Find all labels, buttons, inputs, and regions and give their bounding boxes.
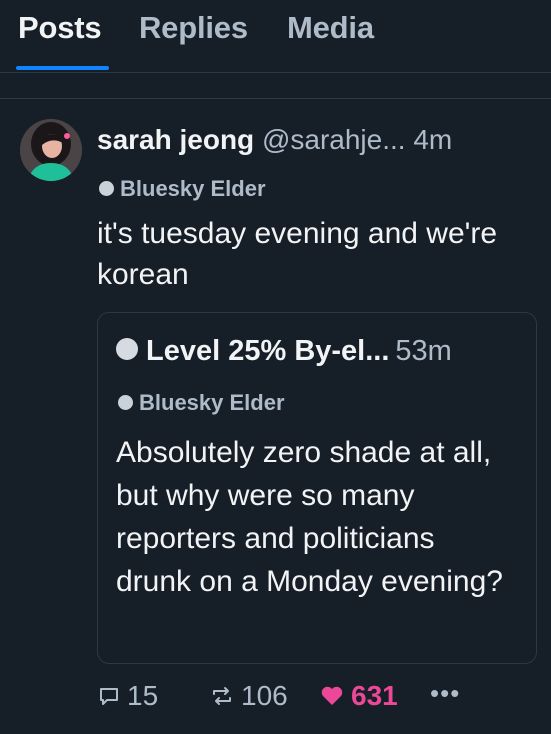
bluesky-elder-icon xyxy=(99,180,114,196)
bluesky-elder-icon xyxy=(118,394,133,410)
post-text: it's tuesday evening and we're korean xyxy=(97,217,498,291)
tab-media[interactable]: Media xyxy=(287,10,374,46)
active-tab-indicator xyxy=(16,66,109,70)
quote-elder-badge: Bluesky Elder xyxy=(118,390,285,416)
tab-replies[interactable]: Replies xyxy=(139,10,248,46)
like-count: 631 xyxy=(351,680,398,711)
handle[interactable]: @sarahje... xyxy=(262,124,406,155)
reply-button[interactable]: 15 xyxy=(97,680,158,712)
quote-badge-label: Bluesky Elder xyxy=(139,390,285,415)
level-avatar-icon xyxy=(116,338,138,361)
reply-icon xyxy=(100,688,118,705)
quote-display-name: Level 25% By-el... xyxy=(146,335,390,367)
repost-count: 106 xyxy=(241,680,288,711)
heart-icon xyxy=(321,686,343,705)
badge-label: Bluesky Elder xyxy=(120,176,266,201)
display-name[interactable]: sarah jeong xyxy=(97,124,254,155)
repost-icon xyxy=(213,687,231,705)
more-icon[interactable]: ••• xyxy=(430,678,460,709)
quote-time: 53m xyxy=(395,335,452,367)
profile-tabs: Posts Replies Media xyxy=(0,0,551,73)
post-header: sarah jeong @sarahje... 4m xyxy=(97,124,452,156)
quoted-post[interactable]: Level 25% By-el... 53m Bluesky Elder Abso… xyxy=(97,312,537,664)
elder-badge: Bluesky Elder xyxy=(99,176,266,202)
quote-text: Absolutely zero shade at all, but why we… xyxy=(116,436,503,598)
quote-header: Level 25% By-el... 53m xyxy=(116,335,452,368)
tab-posts[interactable]: Posts xyxy=(18,10,102,46)
repost-button[interactable]: 106 xyxy=(209,680,288,712)
divider xyxy=(0,98,551,99)
avatar[interactable] xyxy=(20,119,82,181)
reply-count: 15 xyxy=(127,680,159,711)
like-button[interactable]: 631 xyxy=(319,680,398,712)
post-time[interactable]: 4m xyxy=(413,124,452,155)
post-actions: 15 106 631 ••• xyxy=(97,678,537,720)
